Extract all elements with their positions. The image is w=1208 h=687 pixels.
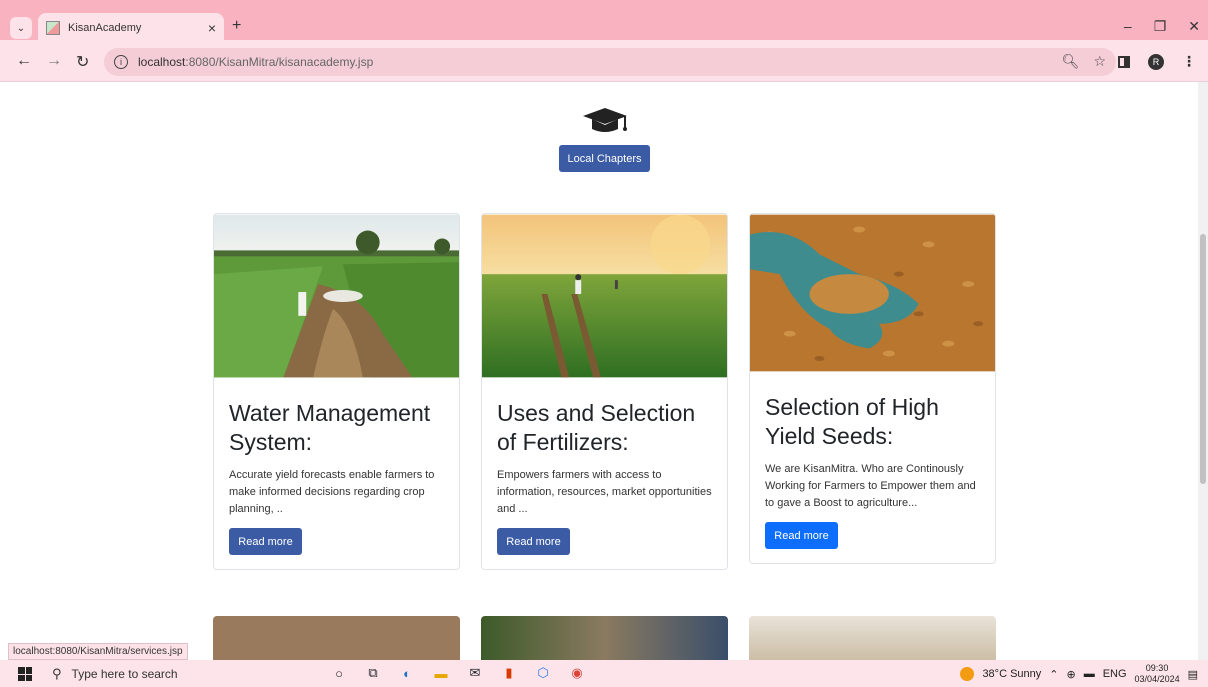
cortana-icon[interactable]: ○ [330,664,348,682]
tray-chevron-icon[interactable]: ⌃ [1049,668,1058,681]
browser-tab[interactable]: KisanAcademy × [38,13,224,43]
browser-tab-strip: ⌄ KisanAcademy × + – ❐ ✕ [0,0,1208,43]
taskbar-search[interactable]: ⚲ Type here to search [52,664,282,684]
windows-start-icon[interactable] [18,667,32,681]
new-tab-button[interactable]: + [232,17,241,35]
card-image-water [214,214,459,378]
tab-close-icon[interactable]: × [208,20,216,36]
address-bar[interactable]: i localhost:8080/KisanMitra/kisanacademy… [104,48,1116,76]
page-content: Local Chapters Water Management System: … [0,82,1198,660]
scrollbar-thumb[interactable] [1200,234,1206,484]
profile-avatar[interactable]: R [1148,53,1164,70]
status-bar-link: localhost:8080/KisanMitra/services.jsp [8,643,188,660]
card-water-management: Water Management System: Accurate yield … [213,213,460,570]
windows-taskbar: ⚲ Type here to search ○ ⧉ ◐ ▬ ✉ ▮ ⬡ ◉ 38… [0,660,1208,687]
browser-toolbar: ← → ↻ i localhost:8080/KisanMitra/kisana… [0,40,1208,82]
card-title: Uses and Selection of Fertilizers: [497,400,696,455]
notifications-icon[interactable]: ▤ [1188,668,1198,681]
read-more-button[interactable]: Read more [497,528,570,555]
minimize-icon[interactable]: – [1124,18,1132,35]
taskbar-clock[interactable]: 09:30 03/04/2024 [1135,663,1180,685]
search-placeholder: Type here to search [71,667,178,681]
card-image-fertilizers [482,214,727,378]
card-title: Water Management System: [229,400,431,455]
read-more-button[interactable]: Read more [765,522,838,549]
app-hexagon-icon[interactable]: ⬡ [534,664,552,682]
chrome-icon[interactable]: ◉ [568,664,586,682]
battery-icon[interactable]: ▬ [1084,668,1095,680]
mail-icon[interactable]: ✉ [466,664,484,682]
menu-kebab-icon[interactable]: ⋮ [1182,53,1196,70]
card-image-farmer-woman [481,616,728,660]
reload-icon[interactable]: ↻ [76,52,89,72]
language-indicator[interactable]: ENG [1103,668,1127,680]
read-more-button[interactable]: Read more [229,528,302,555]
zoom-icon[interactable]: 🔍︎ [1062,53,1080,70]
tab-search-icon[interactable]: ⌄ [10,17,32,39]
close-window-icon[interactable]: ✕ [1188,18,1200,35]
weather-text[interactable]: 38°C Sunny [982,668,1041,680]
restore-icon[interactable]: ❐ [1154,18,1167,35]
card-title: Selection of High Yield Seeds: [765,394,939,449]
card-description: Empowers farmers with access to informat… [497,469,712,515]
card-description: We are KisanMitra. Who are Continously W… [765,463,976,509]
weather-icon[interactable] [960,667,975,681]
forward-arrow-icon[interactable]: → [46,52,62,70]
file-explorer-icon[interactable]: ▬ [432,664,450,682]
task-view-icon[interactable]: ⧉ [364,664,382,682]
favicon-icon [46,21,60,35]
local-chapters-button[interactable]: Local Chapters [559,145,650,172]
card-fertilizers: Uses and Selection of Fertilizers: Empow… [481,213,728,570]
tab-title: KisanAcademy [68,22,142,34]
side-panel-icon[interactable] [1118,55,1130,68]
back-arrow-icon[interactable]: ← [16,52,32,70]
card-image-seeds [750,214,995,372]
url-text[interactable]: localhost:8080/KisanMitra/kisanacademy.j… [138,55,373,69]
search-icon: ⚲ [52,666,62,681]
card-image-soil [213,616,460,660]
card-high-yield-seeds: Selection of High Yield Seeds: We are Ki… [749,213,996,564]
card-image-farmer-hat [749,616,996,660]
site-info-icon[interactable]: i [114,55,128,69]
vertical-scrollbar[interactable] [1198,82,1208,660]
card-description: Accurate yield forecasts enable farmers … [229,469,435,515]
edge-icon[interactable]: ◐ [398,664,416,682]
graduation-cap-icon [583,108,627,132]
network-icon[interactable]: ⊕ [1066,668,1075,681]
bookmark-star-icon[interactable]: ☆ [1093,53,1106,70]
office-icon[interactable]: ▮ [500,664,518,682]
